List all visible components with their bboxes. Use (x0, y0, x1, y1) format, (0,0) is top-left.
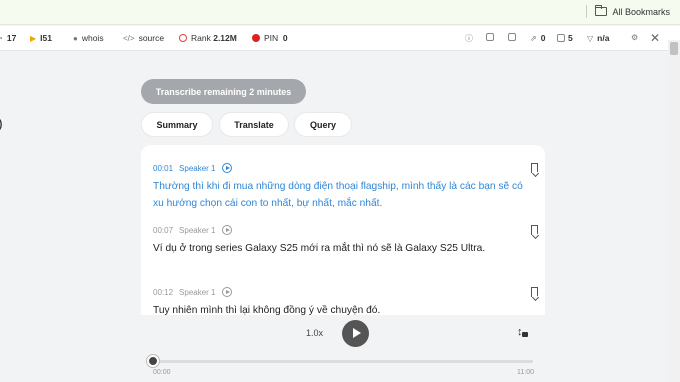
monitor-icon[interactable] (486, 33, 497, 41)
settings-gear-icon[interactable]: ⚙ (631, 33, 642, 42)
na-item[interactable]: ▽ n/a (587, 33, 609, 43)
seo-index-item[interactable]: ▶ I51 (30, 33, 52, 43)
segment-play-icon[interactable] (221, 287, 232, 297)
seo-toolbar: ◔ 17 ▶ I51 ● whois </> source Rank 2.12M PIN… (0, 26, 680, 51)
divider (586, 5, 588, 18)
current-time: 00:00 (153, 369, 171, 376)
user-icon: ● (73, 33, 78, 43)
segment-text: Thường thì khi đi mua những dòng điện th… (153, 181, 523, 209)
shield-icon: ▽ (587, 33, 594, 43)
segment-play-icon[interactable] (221, 225, 232, 235)
all-bookmarks-button[interactable]: All Bookmarks (586, 5, 670, 18)
segment-text: Tuy nhiên mình thì lại không đồng ý về c… (153, 305, 381, 315)
bookmark-icon[interactable] (531, 163, 538, 173)
segment-play-icon[interactable] (221, 163, 232, 173)
gauge-icon: ◔ (0, 33, 3, 43)
segment-timestamp[interactable]: 00:07 (153, 226, 173, 235)
progress-handle[interactable] (147, 355, 159, 367)
seo-source-item[interactable]: </> source (123, 33, 164, 43)
tab-query[interactable]: Query (294, 112, 352, 137)
seo-pin-item[interactable]: PIN 0 (252, 33, 288, 43)
segment-speaker: Speaker 1 (179, 225, 216, 235)
seo-gauge-item[interactable]: ◔ 17 (0, 33, 16, 43)
close-icon[interactable]: ✕ (650, 31, 660, 45)
segment-timestamp[interactable]: 00:01 (153, 164, 173, 173)
bookmark-icon[interactable] (531, 287, 538, 297)
transcript-segment[interactable]: 00:01 Speaker 1 Thường thì khi đi mua nh… (153, 162, 538, 212)
segment-timestamp[interactable]: 00:12 (153, 288, 173, 297)
progress-track[interactable] (153, 360, 533, 363)
page-icon[interactable] (508, 33, 519, 41)
transcript-segment[interactable]: 00:12 Speaker 1 Tuy nhiên mình thì lại k… (153, 286, 538, 315)
duration: 11:00 (517, 369, 534, 376)
segment-meta: 00:07 Speaker 1 (153, 224, 533, 236)
segment-speaker: Speaker 1 (179, 287, 216, 297)
pages-icon (557, 34, 565, 42)
rank-icon (179, 34, 187, 42)
tab-summary[interactable]: Summary (141, 112, 213, 137)
tab-translate[interactable]: Translate (219, 112, 289, 137)
segment-text: Ví dụ ở trong series Galaxy S25 mới ra m… (153, 243, 486, 254)
left-edge-glyph: ) (0, 115, 3, 131)
page-scrollbar[interactable] (668, 40, 680, 382)
transcribe-remaining-button[interactable]: Transcribe remaining 2 minutes (141, 79, 306, 104)
folder-icon (595, 5, 608, 16)
external-links-item[interactable]: ⇗ 0 (530, 33, 545, 43)
transcript-segment[interactable]: 00:07 Speaker 1 Ví dụ ở trong series Gal… (153, 224, 538, 258)
seo-rank-item[interactable]: Rank 2.12M (179, 33, 237, 43)
playback-speed-button[interactable]: 1.0x (306, 328, 323, 338)
transcript-card: 00:01 Speaker 1 Thường thì khi đi mua nh… (141, 145, 545, 315)
segment-meta: 00:12 Speaker 1 (153, 286, 533, 298)
play-button[interactable] (342, 320, 369, 347)
segment-meta: 00:01 Speaker 1 (153, 162, 533, 174)
lock-scroll-icon[interactable]: ↕ (516, 326, 528, 340)
scrollbar-thumb[interactable] (670, 42, 678, 55)
code-icon: </> (123, 33, 135, 43)
info-icon[interactable]: ⓘ (465, 33, 477, 44)
all-bookmarks-label: All Bookmarks (612, 6, 670, 17)
index-icon: ▶ (30, 33, 37, 43)
external-link-icon: ⇗ (530, 33, 537, 43)
seo-whois-item[interactable]: ● whois (73, 33, 104, 43)
bookmarks-bar: All Bookmarks (0, 0, 680, 25)
pages-item[interactable]: 5 (557, 33, 573, 43)
segment-speaker: Speaker 1 (179, 163, 216, 173)
pinterest-icon (252, 34, 260, 42)
bookmark-icon[interactable] (531, 225, 538, 235)
